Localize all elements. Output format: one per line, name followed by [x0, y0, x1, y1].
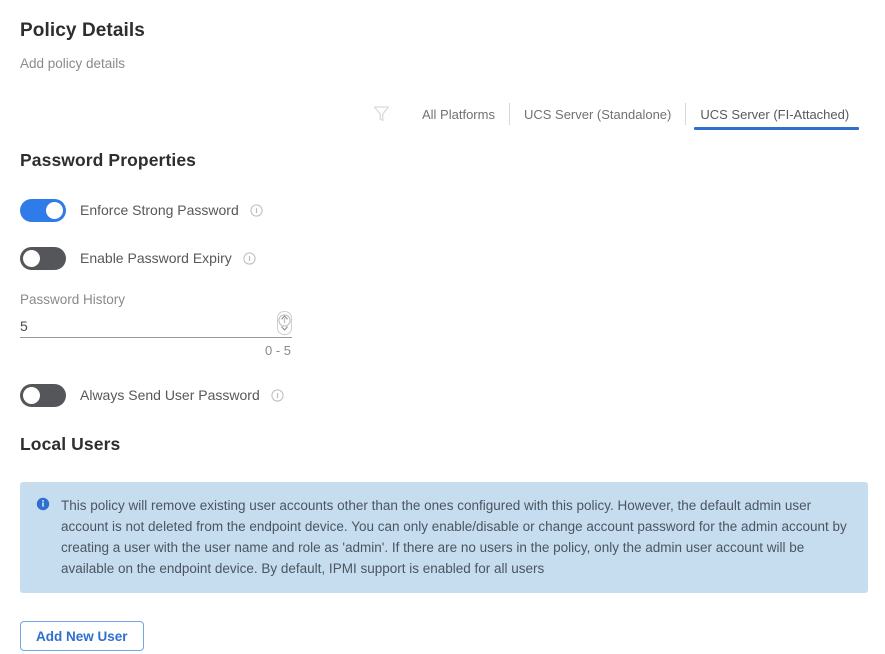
- always-send-user-password-toggle[interactable]: [20, 383, 66, 407]
- info-circle-icon[interactable]: [271, 388, 284, 402]
- page-title: Policy Details: [20, 20, 145, 41]
- tab-ucs-server-fi-attached-label: UCS Server (FI-Attached): [700, 106, 850, 122]
- password-properties-heading: Password Properties: [20, 150, 196, 170]
- platform-filter-bar: All Platforms UCS Server (Standalone) UC…: [370, 100, 863, 130]
- toggle-knob: [46, 201, 63, 219]
- info-circle-icon[interactable]: [278, 314, 291, 327]
- password-history-input-line: [20, 311, 292, 338]
- password-history-field: Password History 0 - 5: [20, 292, 292, 358]
- tab-all-platforms[interactable]: All Platforms: [408, 100, 509, 128]
- page-subtitle: Add policy details: [20, 56, 126, 71]
- filter-funnel-icon[interactable]: [370, 103, 392, 125]
- info-circle-icon[interactable]: [250, 203, 263, 217]
- local-users-info-banner: This policy will remove existing user ac…: [20, 482, 868, 593]
- enforce-strong-password-label: Enforce Strong Password: [80, 202, 239, 218]
- always-send-user-password-label: Always Send User Password: [80, 387, 260, 403]
- password-history-label: Password History: [20, 292, 126, 307]
- enable-password-expiry-label: Enable Password Expiry: [80, 250, 232, 266]
- local-users-heading: Local Users: [20, 434, 121, 454]
- tab-ucs-server-standalone[interactable]: UCS Server (Standalone): [510, 100, 685, 128]
- local-users-info-banner-text: This policy will remove existing user ac…: [61, 498, 847, 576]
- tab-ucs-server-fi-attached[interactable]: UCS Server (FI-Attached): [686, 100, 863, 130]
- password-history-input[interactable]: [20, 316, 277, 336]
- enforce-strong-password-toggle[interactable]: [20, 198, 66, 222]
- enable-password-expiry-toggle[interactable]: [20, 246, 66, 270]
- enable-password-expiry-row: Enable Password Expiry: [20, 246, 256, 270]
- tab-ucs-server-standalone-label: UCS Server (Standalone): [523, 106, 672, 122]
- tab-all-platforms-label: All Platforms: [422, 106, 495, 122]
- password-history-range-hint: 0 - 5: [264, 343, 291, 358]
- always-send-user-password-row: Always Send User Password: [20, 383, 284, 407]
- enforce-strong-password-row: Enforce Strong Password: [20, 198, 263, 222]
- policy-details-page: Policy Details Add policy details All Pl…: [0, 0, 885, 654]
- toggle-knob: [23, 386, 40, 404]
- info-circle-filled-icon: [36, 497, 50, 511]
- platform-tabs: All Platforms UCS Server (Standalone) UC…: [408, 100, 863, 130]
- toggle-knob: [23, 249, 40, 267]
- add-new-user-button[interactable]: Add New User: [20, 621, 144, 651]
- info-circle-icon[interactable]: [243, 251, 256, 265]
